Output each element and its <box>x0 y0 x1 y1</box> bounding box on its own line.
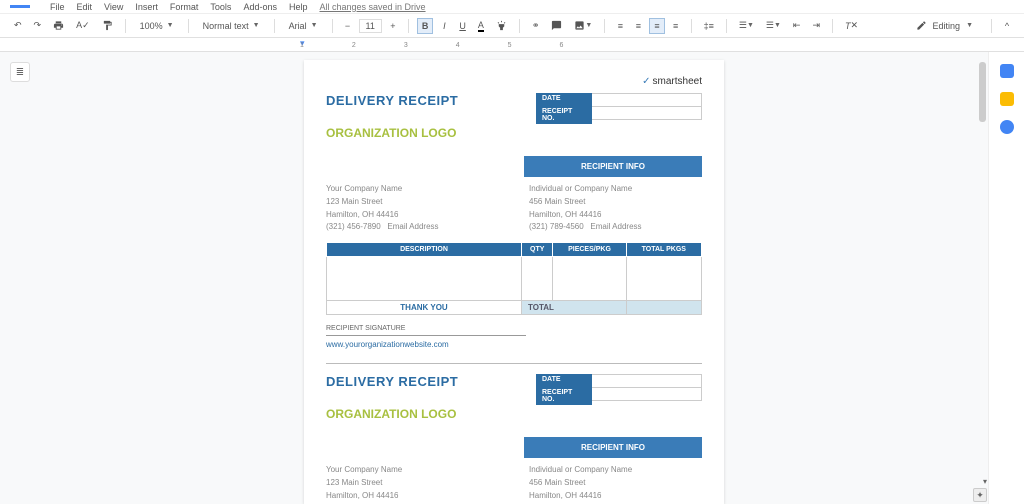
tasks-icon[interactable] <box>1000 120 1014 134</box>
total-value-cell[interactable] <box>626 301 701 315</box>
align-right-button[interactable]: ≡ <box>649 18 664 34</box>
scrollbar-thumb[interactable] <box>979 62 986 122</box>
menu-view[interactable]: View <box>104 2 123 12</box>
divider <box>326 363 702 364</box>
save-status: All changes saved in Drive <box>319 2 425 12</box>
org-logo-placeholder: ORGANIZATION LOGO <box>326 407 702 421</box>
spellcheck-button[interactable]: A✓ <box>72 18 94 34</box>
cell-desc[interactable] <box>327 257 522 301</box>
keep-icon[interactable] <box>1000 92 1014 106</box>
clear-format-button[interactable]: T✕ <box>841 18 862 34</box>
sender-info: Your Company Name 123 Main Street Hamilt… <box>326 183 499 234</box>
zoom-dropdown[interactable]: 100%▼ <box>134 19 180 33</box>
outline-toggle[interactable]: ≣ <box>10 62 30 82</box>
align-center-button[interactable]: ≡ <box>631 18 645 34</box>
text-color-button[interactable]: A <box>474 18 488 34</box>
calendar-icon[interactable] <box>1000 64 1014 78</box>
receipt-no-field[interactable] <box>592 106 702 120</box>
website-url: www.yourorganizationwebsite.com <box>326 340 702 349</box>
cell-pieces[interactable] <box>553 257 626 301</box>
indent-inc-button[interactable]: ⇥ <box>808 18 824 34</box>
paint-format-button[interactable] <box>98 18 117 34</box>
menu-help[interactable]: Help <box>289 2 308 12</box>
indent-dec-button[interactable]: ⇤ <box>789 18 805 34</box>
font-size[interactable]: 11 <box>359 19 382 33</box>
explore-button[interactable]: ✦ <box>973 488 987 502</box>
org-logo-placeholder: ORGANIZATION LOGO <box>326 126 702 140</box>
menu-edit[interactable]: Edit <box>77 2 93 12</box>
col-pieces: PIECES/PKG <box>553 243 626 257</box>
image-button[interactable]: ▼ <box>570 18 596 34</box>
cell-qty[interactable] <box>522 257 553 301</box>
receipt-no-label: RECEIPT NO. <box>536 387 592 405</box>
date-label: DATE <box>536 374 592 388</box>
items-table: DESCRIPTION QTY PIECES/PKG TOTAL PKGS TH… <box>326 242 702 315</box>
page: smartsheet DELIVERY RECEIPT DATE RECEIPT… <box>304 60 724 504</box>
col-total: TOTAL PKGS <box>626 243 701 257</box>
side-panel <box>988 52 1024 504</box>
menu-bar: File Edit View Insert Format Tools Add-o… <box>0 0 1024 14</box>
font-dropdown[interactable]: Arial▼ <box>283 19 324 33</box>
menu-insert[interactable]: Insert <box>135 2 158 12</box>
vertical-scrollbar[interactable]: ▾ ✦ <box>976 52 988 504</box>
bold-button[interactable]: B <box>417 18 434 34</box>
receipt-no-label: RECEIPT NO. <box>536 106 592 124</box>
date-label: DATE <box>536 93 592 107</box>
recipient-header: RECIPIENT INFO <box>524 156 702 177</box>
font-size-inc[interactable]: + <box>386 18 400 34</box>
workspace: ≣ smartsheet DELIVERY RECEIPT DATE RECEI… <box>0 52 1024 504</box>
receipt-title: DELIVERY RECEIPT <box>326 93 458 108</box>
document-canvas[interactable]: smartsheet DELIVERY RECEIPT DATE RECEIPT… <box>40 52 988 504</box>
comment-button[interactable] <box>547 18 566 34</box>
collapse-button[interactable]: ^ <box>1000 18 1014 34</box>
signature-block: RECIPIENT SIGNATURE <box>326 325 702 336</box>
date-field[interactable] <box>592 374 702 388</box>
receipt-no-field[interactable] <box>592 387 702 401</box>
align-justify-button[interactable]: ≡ <box>669 18 683 34</box>
link-button[interactable]: ⚭ <box>528 18 544 34</box>
undo-button[interactable]: ↶ <box>10 18 26 34</box>
receipt-title: DELIVERY RECEIPT <box>326 374 458 389</box>
print-button[interactable] <box>49 18 68 34</box>
font-size-dec[interactable]: − <box>341 18 355 34</box>
redo-button[interactable]: ↷ <box>30 18 46 34</box>
checklist-button[interactable]: ☰▼ <box>735 18 758 34</box>
recipient-info: Individual or Company Name 456 Main Stre… <box>529 464 702 504</box>
menu-addons[interactable]: Add-ons <box>243 2 277 12</box>
toolbar: ↶ ↷ A✓ 100%▼ Normal text▼ Arial▼ − 11 + … <box>0 14 1024 38</box>
align-left-button[interactable]: ≡ <box>613 18 627 34</box>
date-field[interactable] <box>592 93 702 107</box>
menu-tools[interactable]: Tools <box>210 2 231 12</box>
recipient-header: RECIPIENT INFO <box>524 437 702 458</box>
italic-button[interactable]: I <box>437 18 451 34</box>
left-gutter: ≣ <box>0 52 40 504</box>
pencil-icon <box>916 20 927 31</box>
menu-file[interactable]: File <box>50 2 65 12</box>
thank-you-cell: THANK YOU <box>327 301 522 315</box>
bullets-button[interactable]: ☰▼ <box>762 18 785 34</box>
col-qty: QTY <box>522 243 553 257</box>
brand-smartsheet: smartsheet <box>326 76 702 87</box>
menu-format[interactable]: Format <box>170 2 199 12</box>
recipient-info: Individual or Company Name 456 Main Stre… <box>529 183 702 234</box>
sender-info: Your Company Name 123 Main Street Hamilt… <box>326 464 499 504</box>
underline-button[interactable]: U <box>455 18 470 34</box>
cell-total[interactable] <box>626 257 701 301</box>
mode-dropdown[interactable]: Editing▼ <box>916 20 973 31</box>
style-dropdown[interactable]: Normal text▼ <box>197 19 266 33</box>
highlight-button[interactable] <box>492 18 511 34</box>
ruler[interactable]: ▾ 123456 <box>0 38 1024 52</box>
total-label-cell: TOTAL <box>522 301 627 315</box>
scroll-down-arrow[interactable]: ▾ <box>983 477 987 486</box>
docs-logo <box>10 5 30 8</box>
col-desc: DESCRIPTION <box>327 243 522 257</box>
line-spacing-button[interactable]: ‡≡ <box>700 18 718 34</box>
